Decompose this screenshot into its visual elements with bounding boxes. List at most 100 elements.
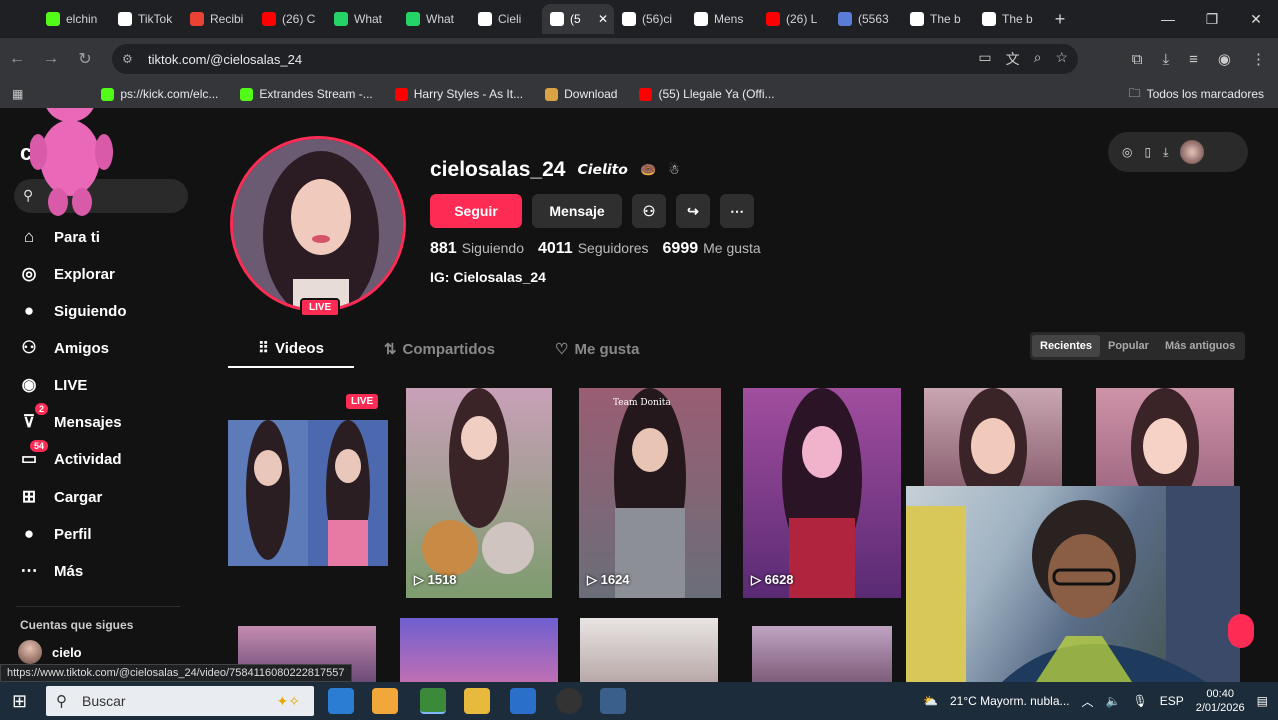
forward-icon[interactable]: → [34,50,68,68]
bookmark-item[interactable]: (55) Llegale Ya (Offi... [639,87,775,101]
sidebar-item-upload[interactable]: ⊞ Cargar [18,486,102,508]
language-indicator[interactable]: ESP [1160,694,1184,708]
browser-tab[interactable]: The b [902,4,974,34]
url-field[interactable]: ⚙ tiktok.com/@cielosalas_24 ▭ 文 ⌕ ☆ [112,44,1078,74]
browser-tab[interactable]: (5 ✕ [542,4,614,34]
video-thumb[interactable]: Team Donita ▷ 1624 [579,388,721,598]
browser-tab[interactable]: (26) L [758,4,830,34]
profile-avatar[interactable] [230,136,406,312]
browser-tab[interactable]: Cieli [470,4,542,34]
media-icon[interactable]: ≡ [1189,51,1198,68]
browser-tab[interactable]: TikTok [110,4,182,34]
browser-tab[interactable]: The b [974,4,1046,34]
translate-icon[interactable]: 文 [1006,49,1020,69]
apps-grid-icon[interactable]: ▦ [12,87,23,101]
browser-tab[interactable]: Mens [686,4,758,34]
sidebar-item-profile[interactable]: ● Perfil [18,523,92,545]
taskbar-search[interactable]: ⚲ Buscar ✦✧ [46,686,314,716]
volume-icon[interactable]: 🔈 [1106,694,1121,708]
minimize-icon[interactable]: — [1146,0,1190,38]
store-icon[interactable] [510,688,536,714]
browser-tab[interactable]: (5563 [830,4,902,34]
new-tab-button[interactable]: + [1046,9,1074,30]
bookmark-item[interactable]: ps://kick.com/elc... [101,87,218,101]
sort-recent[interactable]: Recientes [1032,335,1100,357]
app-icon[interactable] [600,688,626,714]
sidebar-item-live[interactable]: ◉ LIVE [18,374,88,396]
back-icon[interactable]: ← [0,50,34,68]
sort-oldest[interactable]: Más antiguos [1157,335,1243,357]
weather-text[interactable]: 21°C Mayorm. nubla... [950,694,1070,708]
mic-icon[interactable]: 🎙 [1132,694,1147,708]
video-thumb[interactable]: ▷ 1518 [406,388,552,598]
close-tab-icon[interactable]: ✕ [598,12,608,26]
windows-start-icon[interactable]: ⊞ [12,691,27,712]
following-stat[interactable]: 881 Siguiendo [430,240,524,258]
file-explorer-icon[interactable] [464,688,490,714]
video-thumb[interactable] [228,420,388,566]
tab-liked[interactable]: ♡ Me gusta [525,330,669,368]
sidebar-item-activity[interactable]: ▭ 54 Actividad [18,440,122,470]
browser-tab[interactable]: elchin [38,4,110,34]
browser-tab[interactable]: What [326,4,398,34]
follow-button[interactable]: Seguir [430,194,522,228]
add-friend-button[interactable]: ⚇ [632,194,666,228]
sidebar-item-messages[interactable]: ⊽ 2 Mensajes [18,403,122,433]
browser-tab[interactable]: (26) C [254,4,326,34]
site-info-icon[interactable]: ⚙ [122,52,133,66]
video-thumb[interactable] [1096,388,1234,488]
app-icon[interactable] [372,688,398,714]
sidebar-item-friends[interactable]: ⚇ Amigos [18,337,109,359]
clock[interactable]: 00:40 2/01/2026 [1196,687,1245,715]
all-bookmarks[interactable]: 🗀 Todos los marcadores [1129,84,1264,105]
zoom-icon[interactable]: ⌕ [1034,49,1042,69]
outlook-icon[interactable] [328,688,354,714]
folder-icon: 🗀 [1128,85,1141,100]
browser-tab[interactable]: (56)ci [614,4,686,34]
device-icon[interactable]: ▯ [1144,145,1151,159]
extensions-icon[interactable]: ⧉ [1132,51,1143,68]
tab-videos[interactable]: ⠿ Videos [228,330,354,368]
sidebar-item-more[interactable]: ⋯ Más [18,560,84,582]
sidebar-item-home[interactable]: ⌂ Para ti [18,226,100,248]
bookmark-item[interactable]: Harry Styles - As It... [394,87,523,101]
coins-icon[interactable]: ◎ [1122,145,1132,159]
share-button[interactable]: ↪ [676,194,710,228]
floating-action-button[interactable] [1228,614,1254,648]
profile-avatar-icon[interactable]: ◉ [1218,50,1231,68]
menu-icon[interactable]: ⋮ [1251,50,1266,68]
weather-icon[interactable]: ⛅ [923,694,938,708]
followers-stat[interactable]: 4011 Seguidores [538,240,649,258]
url-actions: ▭ 文 ⌕ ☆ [978,49,1068,69]
notification-icon[interactable]: ▤ [1257,694,1268,708]
more-options-button[interactable]: ⋯ [720,194,754,228]
user-avatar[interactable] [1180,140,1205,164]
sidebar-item-compass[interactable]: ◎ Explorar [18,263,115,285]
bookmark-star-icon[interactable]: ☆ [1055,49,1068,69]
browser-tab-label: (26) C [282,12,316,26]
browser-tab[interactable]: What [398,4,470,34]
chevron-up-icon[interactable]: ︿ [1082,693,1094,710]
tab-reposts[interactable]: ⇅ Compartidos [354,330,525,368]
video-thumb[interactable] [400,618,558,682]
video-thumb[interactable] [924,388,1062,488]
close-window-icon[interactable]: ✕ [1234,0,1278,38]
following-account-item[interactable]: cielo [18,640,82,664]
download-icon[interactable]: ⤓ [1163,51,1170,68]
obs-icon[interactable] [556,688,582,714]
restore-icon[interactable]: ❐ [1190,0,1234,38]
chrome-icon[interactable] [420,688,446,714]
sidebar-item-following-avatar[interactable]: ● Siguiendo [18,300,127,322]
bookmark-item[interactable]: Extrandes Stream -... [240,87,373,101]
video-thumb[interactable] [580,618,718,682]
install-app-icon[interactable]: ▭ [978,49,991,69]
reload-icon[interactable]: ↻ [68,49,102,69]
message-button[interactable]: Mensaje [532,194,622,228]
video-thumb[interactable]: ▷ 6628 [743,388,901,598]
sort-popular[interactable]: Popular [1100,335,1157,357]
bookmark-item[interactable]: Download [545,87,617,101]
live-tag[interactable]: LIVE [300,298,341,317]
video-thumb[interactable] [752,626,892,682]
download-app-icon[interactable]: ⤓ [1163,145,1168,160]
browser-tab[interactable]: Recibi [182,4,254,34]
